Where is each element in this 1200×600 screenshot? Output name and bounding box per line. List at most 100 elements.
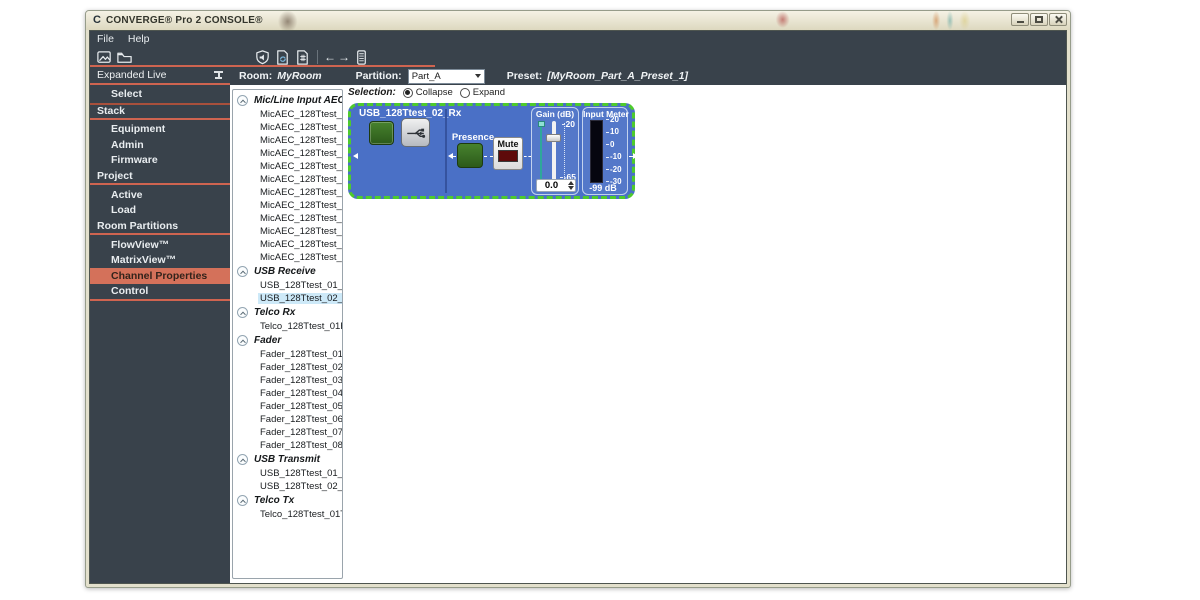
tree-item[interactable]: Fader_128Ttest_04 [233, 387, 342, 400]
tree-item[interactable]: MicAEC_128Ttest_06 [233, 173, 342, 186]
tree-item[interactable]: Fader_128Ttest_06 [233, 413, 342, 426]
titlebar[interactable]: C CONVERGE® Pro 2 CONSOLE® [86, 11, 1070, 30]
sidebar-item[interactable]: Control [90, 284, 230, 301]
tree-item-label: Mic/Line Input AEC [252, 95, 343, 106]
sidebar-item[interactable]: Admin [90, 137, 230, 153]
tree-item[interactable]: MicAEC_128Ttest_12 [233, 251, 342, 264]
tree-item[interactable]: MicAEC_128Ttest_11 [233, 238, 342, 251]
collapse-chevron-icon[interactable] [237, 266, 248, 277]
tree-item-label: MicAEC_128Ttest_02 [258, 122, 343, 133]
prev-arrow-icon[interactable]: ← [323, 50, 337, 64]
tree-item-label: Fader [252, 335, 342, 346]
collapse-chevron-icon[interactable] [237, 307, 248, 318]
sync-file-icon[interactable] [272, 47, 292, 67]
tree-item[interactable]: Fader_128Ttest_08 [233, 439, 342, 452]
sidebar-item[interactable]: Select [90, 86, 230, 102]
tree-item[interactable]: Fader_128Ttest_07 [233, 426, 342, 439]
sidebar-item[interactable]: Equipment [90, 122, 230, 138]
gain-value-spinner[interactable]: 0.0 [536, 179, 576, 192]
menu-help[interactable]: Help [128, 33, 150, 45]
tree-item[interactable]: Telco Tx [233, 493, 342, 508]
gain-value[interactable]: 0.0 [537, 180, 566, 191]
usb-channel-icon[interactable] [401, 118, 430, 147]
flow-arrow-out-icon [633, 153, 638, 159]
tree-item[interactable]: MicAEC_128Ttest_07 [233, 186, 342, 199]
collapse-chevron-icon[interactable] [237, 95, 248, 106]
sidebar-item[interactable]: Channel Properties [90, 268, 230, 284]
gain-slider-thumb[interactable] [546, 134, 561, 142]
tree-item[interactable]: Fader [233, 333, 342, 348]
tree-item[interactable]: USB Transmit [233, 452, 342, 467]
flow-arrow-left-icon [353, 153, 358, 159]
tree-item[interactable]: USB_128Ttest_02_Rx [233, 292, 342, 305]
tree-item[interactable]: Fader_128Ttest_01 [233, 348, 342, 361]
radio-expand[interactable]: Expand [460, 87, 505, 98]
mute-button[interactable]: Mute [493, 137, 523, 170]
collapse-chevron-icon[interactable] [237, 335, 248, 346]
radio-collapse[interactable]: Collapse [403, 87, 453, 98]
radio-collapse-label: Collapse [416, 87, 453, 98]
maximize-button[interactable] [1030, 13, 1048, 26]
sidebar-item[interactable]: MatrixView™ [90, 253, 230, 269]
presence-button[interactable] [457, 143, 483, 168]
close-button[interactable] [1049, 13, 1067, 26]
collapse-chevron-icon[interactable] [237, 495, 248, 506]
tree-item[interactable]: Fader_128Ttest_03 [233, 374, 342, 387]
tree-item[interactable]: Fader_128Ttest_02 [233, 361, 342, 374]
tree-item[interactable]: Telco Rx [233, 305, 342, 320]
tree-item[interactable]: MicAEC_128Ttest_05 [233, 160, 342, 173]
sidebar-item-label: Stack [90, 105, 125, 117]
tree-item[interactable]: MicAEC_128Ttest_04 [233, 147, 342, 160]
radio-expand-circle[interactable] [460, 88, 470, 98]
radio-collapse-circle[interactable] [403, 88, 413, 98]
tree-item-label: MicAEC_128Ttest_06 [258, 174, 343, 185]
tree-item[interactable]: USB_128Ttest_02_Tx [233, 480, 342, 493]
mode-selector[interactable]: Expanded Live [90, 67, 230, 85]
sidebar-item[interactable]: Firmware [90, 153, 230, 169]
sidebar-item[interactable]: Active [90, 187, 230, 203]
partition-select[interactable]: Part_A [408, 69, 485, 84]
sidebar-item-label: Room Partitions [90, 220, 178, 232]
sidebar-item[interactable]: Load [90, 203, 230, 219]
app-frame: File Help ← → [89, 30, 1067, 584]
tree-item[interactable]: USB_128Ttest_01_Rx [233, 279, 342, 292]
open-folder-icon[interactable] [114, 47, 134, 67]
gain-aux-slider-track [540, 124, 542, 182]
log-file-icon[interactable] [292, 47, 312, 67]
tree-item[interactable]: Telco_128Ttest_01Tx [233, 508, 342, 521]
tree-item-label: MicAEC_128Ttest_12 [258, 252, 343, 263]
collapse-panel-icon[interactable] [214, 71, 223, 79]
tree-item[interactable]: MicAEC_128Ttest_02 [233, 121, 342, 134]
sidebar-item[interactable]: Room Partitions [90, 218, 230, 235]
tree-item[interactable]: Telco_128Ttest_01Rx [233, 320, 342, 333]
mute-shield-icon[interactable] [252, 47, 272, 67]
tree-item[interactable]: Mic/Line Input AEC [233, 93, 342, 108]
tree-item[interactable]: Fader_128Ttest_05 [233, 400, 342, 413]
sidebar-item-label: Firmware [90, 154, 158, 166]
channel-enable-button[interactable] [369, 121, 394, 145]
gain-slider-track[interactable] [552, 121, 556, 184]
tree-item[interactable]: MicAEC_128Ttest_01 [233, 108, 342, 121]
meter-tick-label: 10 [606, 128, 622, 136]
sidebar-item[interactable]: FlowView™ [90, 237, 230, 253]
menu-file[interactable]: File [97, 33, 114, 45]
collapse-chevron-icon[interactable] [237, 454, 248, 465]
tree-item-label: Fader_128Ttest_02 [258, 362, 343, 373]
tree-item[interactable]: MicAEC_128Ttest_03 [233, 134, 342, 147]
tree-item[interactable]: USB_128Ttest_01_Tx [233, 467, 342, 480]
tree-item[interactable]: MicAEC_128Ttest_10 [233, 225, 342, 238]
tree-item[interactable]: MicAEC_128Ttest_08 [233, 199, 342, 212]
device-keypad-icon[interactable] [351, 47, 371, 67]
tree-item[interactable]: MicAEC_128Ttest_09 [233, 212, 342, 225]
tree-item[interactable]: USB Receive [233, 264, 342, 279]
next-arrow-icon[interactable]: → [337, 50, 351, 64]
spinner-arrows-icon[interactable] [566, 181, 575, 190]
gain-aux-slider-handle[interactable] [538, 121, 545, 127]
minimize-button[interactable] [1011, 13, 1029, 26]
app-logo-icon: C [93, 15, 101, 26]
channel-block[interactable]: USB_128Ttest_02_Rx [348, 103, 635, 199]
tree-item-label: Telco_128Ttest_01Tx [258, 509, 343, 520]
sidebar-item[interactable]: Stack [90, 103, 230, 120]
sidebar-item[interactable]: Project [90, 168, 230, 185]
image-file-icon[interactable] [94, 47, 114, 67]
